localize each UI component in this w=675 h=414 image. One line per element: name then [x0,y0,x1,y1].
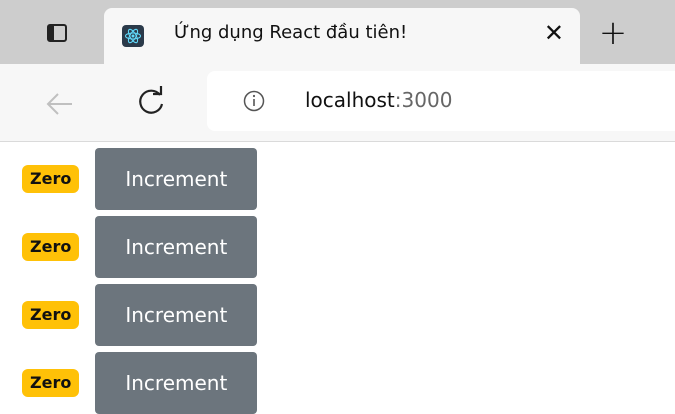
tab-title: Ứng dụng React đầu tiên! [174,22,408,43]
tab-actions-button[interactable] [14,10,100,56]
tab-actions-icon [47,24,67,42]
url-host: localhost [305,88,395,112]
react-logo-icon [122,25,144,47]
url-text: localhost:3000 [305,88,452,112]
increment-button[interactable]: Increment [95,352,258,414]
count-badge: Zero [22,233,80,261]
increment-button[interactable]: Increment [95,284,258,346]
counter-row: Zero Increment [22,148,258,210]
count-badge: Zero [22,165,80,193]
info-icon[interactable] [243,90,265,112]
back-arrow-icon[interactable] [42,86,78,122]
page-content: Zero Increment Zero Increment Zero Incre… [0,142,675,414]
counter-row: Zero Increment [22,216,258,278]
increment-button[interactable]: Increment [95,216,258,278]
close-tab-icon[interactable]: ✕ [544,21,564,45]
tab-bar: Ứng dụng React đầu tiên! ✕ + [0,0,675,64]
address-bar[interactable]: localhost:3000 [207,71,675,131]
count-badge: Zero [22,301,80,329]
count-badge: Zero [22,369,80,397]
new-tab-button[interactable]: + [590,10,636,56]
reload-icon[interactable] [133,84,169,120]
counter-row: Zero Increment [22,284,258,346]
browser-tab[interactable]: Ứng dụng React đầu tiên! ✕ [104,8,580,64]
increment-button[interactable]: Increment [95,148,258,210]
counter-row: Zero Increment [22,352,258,414]
url-port: :3000 [394,88,453,112]
browser-toolbar: localhost:3000 [0,64,675,142]
